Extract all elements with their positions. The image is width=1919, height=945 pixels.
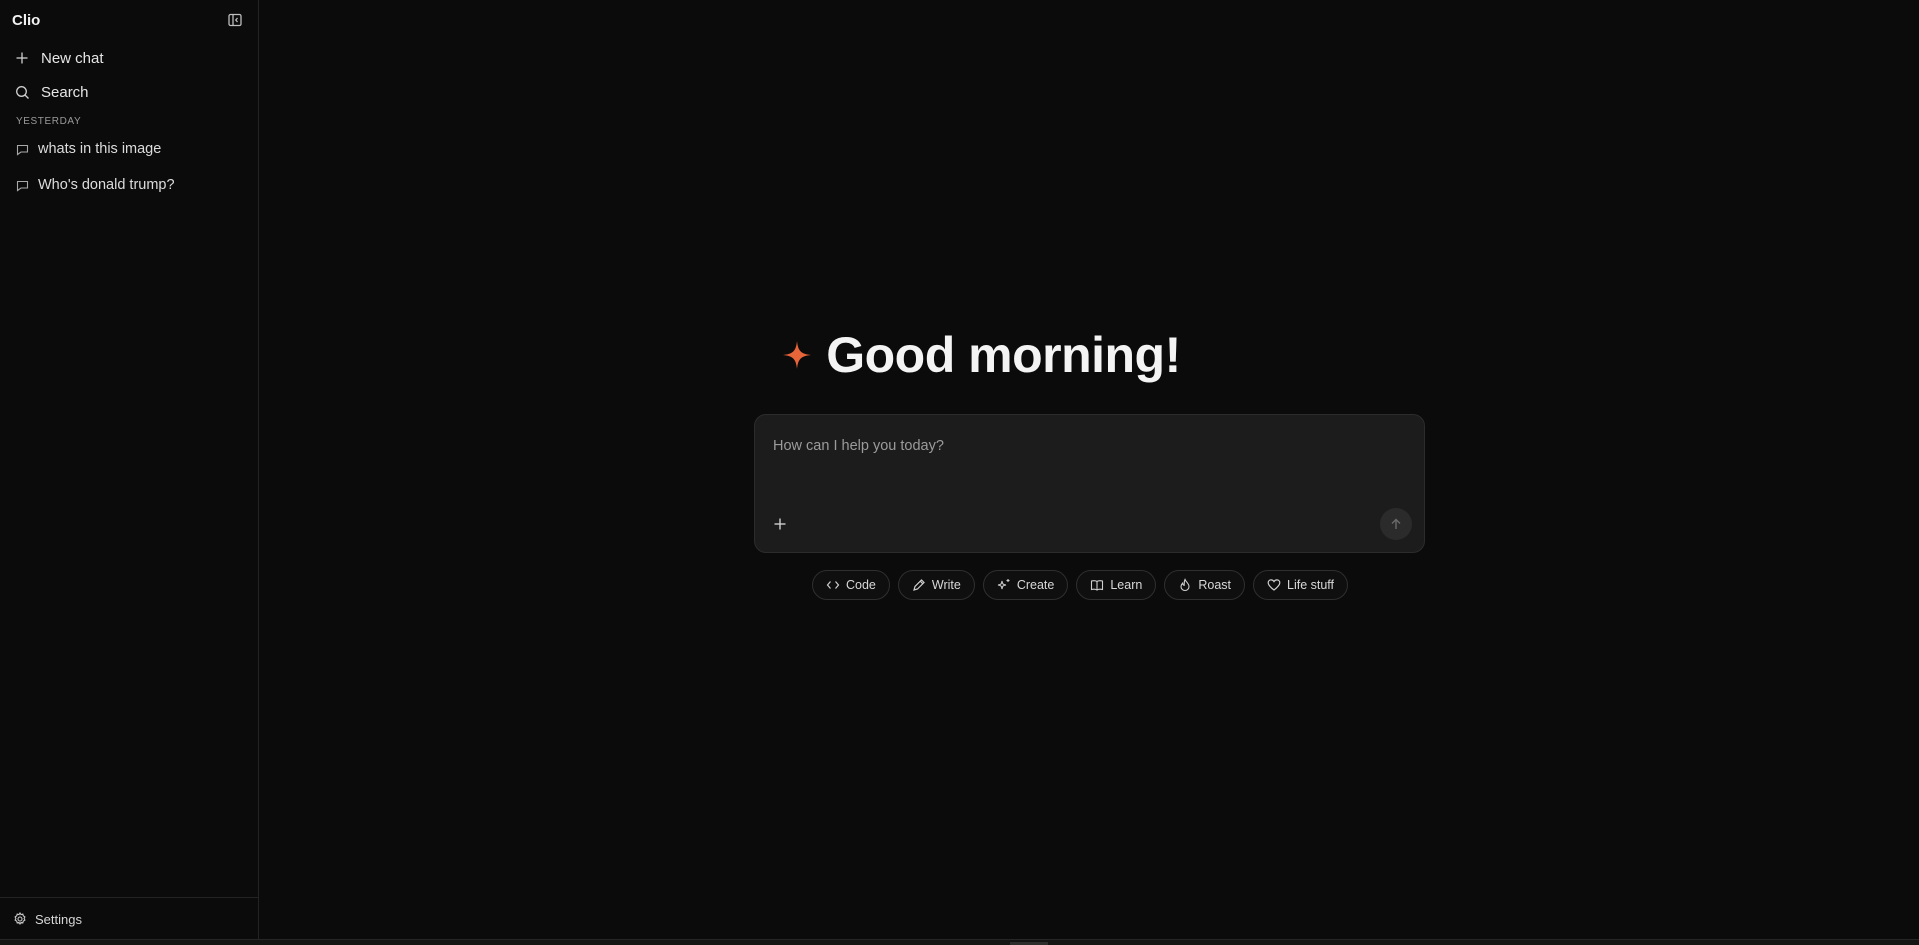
chat-item-label: Who's donald trump? — [38, 177, 175, 193]
flame-icon — [1178, 578, 1192, 592]
new-chat-button[interactable]: New chat — [0, 42, 258, 74]
sparkle-icon — [783, 341, 812, 369]
message-input[interactable] — [771, 433, 1395, 459]
new-chat-label: New chat — [41, 49, 104, 67]
chip-label: Write — [931, 578, 961, 592]
bottom-scrollbar[interactable] — [0, 939, 1919, 945]
gear-icon — [13, 912, 27, 926]
chat-bubble-icon — [16, 178, 30, 192]
heart-icon — [1267, 578, 1281, 592]
sidebar: Clio New chat Search YESTERDAY whats in … — [0, 0, 259, 940]
attach-button[interactable] — [770, 514, 790, 534]
settings-label: Settings — [35, 911, 82, 927]
greeting-inner: Good morning! — [782, 326, 1181, 384]
greeting: Good morning! — [259, 326, 1678, 384]
composer — [754, 414, 1425, 553]
chip-label: Life stuff — [1287, 578, 1335, 592]
chip-label: Roast — [1198, 578, 1231, 592]
chat-item[interactable]: whats in this image — [0, 133, 258, 165]
chip-create[interactable]: Create — [982, 570, 1069, 600]
sparkles-icon — [997, 578, 1011, 592]
code-icon — [826, 578, 840, 592]
chip-life-stuff[interactable]: Life stuff — [1253, 570, 1349, 600]
search-button[interactable]: Search — [0, 76, 258, 108]
plus-icon — [14, 50, 30, 66]
chip-code[interactable]: Code — [812, 570, 890, 600]
chip-learn[interactable]: Learn — [1076, 570, 1157, 600]
brand-title: Clio — [12, 11, 41, 29]
sidebar-header: Clio — [0, 0, 258, 40]
chip-label: Code — [846, 578, 876, 592]
app: Clio New chat Search YESTERDAY whats in … — [0, 0, 1919, 945]
send-button[interactable] — [1380, 508, 1412, 540]
sidebar-toggle-icon — [228, 13, 242, 27]
chip-roast[interactable]: Roast — [1164, 570, 1245, 600]
plus-icon — [774, 518, 786, 530]
arrow-up-icon — [1391, 518, 1401, 529]
search-icon — [14, 84, 30, 100]
greeting-text: Good morning! — [826, 327, 1181, 383]
suggestion-chips: Code Write Create Learn Roast Life stuff — [812, 570, 1349, 600]
section-label-yesterday: YESTERDAY — [16, 116, 82, 127]
search-label: Search — [41, 83, 89, 101]
chat-bubble-icon — [16, 142, 30, 156]
chat-item[interactable]: Who's donald trump? — [0, 169, 258, 201]
chip-label: Create — [1016, 578, 1055, 592]
chat-item-label: whats in this image — [38, 141, 162, 157]
main-area: Good morning! How can I help you today? … — [259, 0, 1919, 940]
book-icon — [1090, 578, 1104, 592]
chip-write[interactable]: Write — [897, 570, 975, 600]
settings-button[interactable]: Settings — [0, 897, 258, 940]
pen-icon — [912, 578, 926, 592]
sidebar-toggle-button[interactable] — [224, 9, 246, 31]
chip-label: Learn — [1110, 578, 1143, 592]
